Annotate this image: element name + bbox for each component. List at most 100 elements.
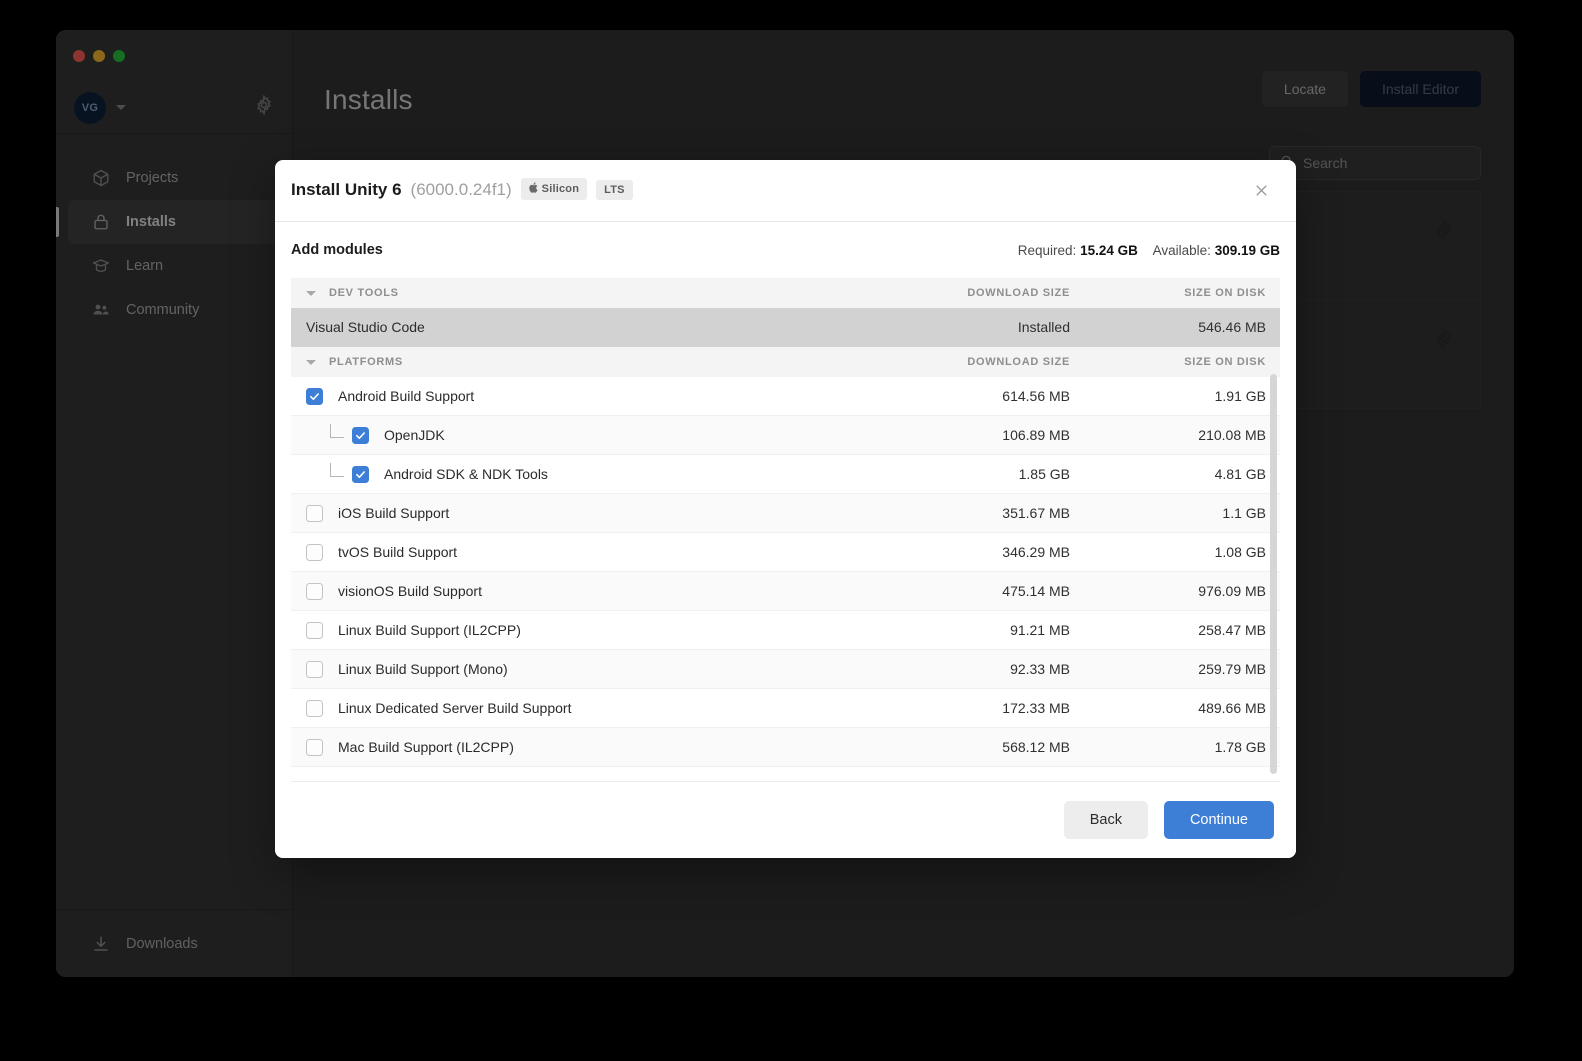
module-label: iOS Build Support [338,505,450,521]
modal-footer: Back Continue [275,782,1296,858]
silicon-badge: Silicon [520,177,588,200]
module-row[interactable]: Visual Studio Code Installed 546.46 MB [291,308,1280,347]
group-header[interactable]: DEV TOOLS DOWNLOAD SIZE SIZE ON DISK [291,278,1280,308]
module-name-cell: iOS Build Support [306,504,880,522]
module-checkbox[interactable] [306,504,323,522]
module-download-size: 92.33 MB [1010,661,1070,677]
chevron-down-icon[interactable] [306,290,316,296]
modal-subheader: Add modules Required: 15.24 GB Available… [275,222,1296,278]
available-value: 309.19 GB [1214,242,1280,258]
module-row[interactable]: Linux Dedicated Server Build Support 172.… [291,689,1280,728]
module-disk-size: 1.08 GB [1214,544,1266,560]
module-label: tvOS Build Support [338,544,458,560]
module-name-cell: Linux Build Support (Mono) [306,660,880,678]
lts-badge-label: LTS [604,183,625,196]
module-checkbox[interactable] [306,387,323,405]
module-row[interactable]: visionOS Build Support 475.14 MB 976.09 MB [291,572,1280,611]
module-disk-size: 976.09 MB [1198,583,1266,599]
module-label: Visual Studio Code [306,319,425,335]
module-download-size: 1.85 GB [1018,466,1070,482]
module-name-cell: Linux Build Support (IL2CPP) [306,621,880,639]
modal-header: Install Unity 6 (6000.0.24f1) Silicon LT… [275,160,1296,222]
module-row[interactable]: Mac Build Support (IL2CPP) 568.12 MB 1.78 … [291,728,1280,767]
module-disk-size: 259.79 MB [1198,661,1266,677]
module-disk-size: 258.47 MB [1198,622,1266,638]
module-download-size: 475.14 MB [1002,583,1070,599]
module-disk-size: 4.81 GB [1214,466,1266,482]
module-row[interactable]: Linux Build Support (Mono) 92.33 MB 259.79… [291,650,1280,689]
lts-badge: LTS [596,179,633,200]
module-label: Linux Build Support (Mono) [338,661,508,677]
module-download-size: 172.33 MB [1002,700,1070,716]
module-row[interactable]: Linux Build Support (IL2CPP) 91.21 MB 258.… [291,611,1280,650]
silicon-badge-label: Silicon [541,182,580,195]
module-checkbox[interactable] [352,426,369,444]
module-label: Linux Build Support (IL2CPP) [338,622,521,638]
module-download-size: 91.21 MB [1010,622,1070,638]
module-download-size: 351.67 MB [1002,505,1070,521]
chevron-down-icon[interactable] [306,359,316,365]
modal-version: (6000.0.24f1) [410,179,512,199]
module-checkbox[interactable] [306,621,323,639]
modules-list-container: DEV TOOLS DOWNLOAD SIZE SIZE ON DISK Visual… [291,278,1280,782]
module-row[interactable]: OpenJDK 106.89 MB 210.08 MB [291,416,1280,455]
back-button[interactable]: Back [1063,801,1148,839]
module-download-size: 106.89 MB [1002,427,1070,443]
tree-branch-icon [330,463,344,477]
modules-list: DEV TOOLS DOWNLOAD SIZE SIZE ON DISK Visual… [291,278,1280,781]
module-name-cell: visionOS Build Support [306,582,880,600]
module-download-size: 568.12 MB [1002,739,1070,755]
module-checkbox[interactable] [306,660,323,678]
column-header-download: DOWNLOAD SIZE [967,287,1070,299]
install-unity-modal: Install Unity 6 (6000.0.24f1) Silicon LT… [275,160,1296,858]
group-header[interactable]: PLATFORMS DOWNLOAD SIZE SIZE ON DISK [291,347,1280,377]
module-disk-size: 210.08 MB [1198,427,1266,443]
module-name-cell: Linux Dedicated Server Build Support [306,699,880,717]
required-label: Required: [1017,242,1077,258]
module-row[interactable]: iOS Build Support 351.67 MB 1.1 GB [291,494,1280,533]
available-label: Available: [1152,242,1211,258]
column-header-download: DOWNLOAD SIZE [967,356,1070,368]
module-name-cell: OpenJDK [306,424,880,444]
module-disk-size: 546.46 MB [1198,319,1266,335]
apple-icon [528,181,538,196]
module-label: Mac Build Support (IL2CPP) [338,739,514,755]
module-label: Android SDK & NDK Tools [384,466,548,482]
modal-title-group: Install Unity 6 (6000.0.24f1) Silicon LT… [291,177,633,202]
vertical-scrollbar[interactable] [1270,374,1277,774]
module-download-size: Installed [1017,319,1070,335]
module-label: OpenJDK [384,427,445,443]
module-name-cell: Visual Studio Code [306,319,880,335]
module-disk-size: 1.91 GB [1214,388,1266,404]
add-modules-label: Add modules [291,242,383,258]
column-header-disk: SIZE ON DISK [1184,356,1266,368]
modal-title: Install Unity 6 [291,179,402,199]
group-title: DEV TOOLS [329,287,399,299]
module-disk-size: 1.78 GB [1214,739,1266,755]
module-checkbox[interactable] [352,465,369,483]
module-disk-size: 1.1 GB [1222,505,1266,521]
module-name-cell: Android SDK & NDK Tools [306,463,880,483]
module-label: Linux Dedicated Server Build Support [338,700,572,716]
module-row[interactable]: Android SDK & NDK Tools 1.85 GB 4.81 GB [291,455,1280,494]
module-label: visionOS Build Support [338,583,482,599]
group-title: PLATFORMS [329,356,403,368]
module-checkbox[interactable] [306,738,323,756]
module-label: Android Build Support [338,388,475,404]
column-header-disk: SIZE ON DISK [1184,287,1266,299]
module-row[interactable]: tvOS Build Support 346.29 MB 1.08 GB [291,533,1280,572]
module-checkbox[interactable] [306,543,323,561]
module-name-cell: Mac Build Support (IL2CPP) [306,738,880,756]
module-name-cell: tvOS Build Support [306,543,880,561]
module-download-size: 614.56 MB [1002,388,1070,404]
module-row[interactable]: Android Build Support 614.56 MB 1.91 GB [291,377,1280,416]
module-name-cell: Android Build Support [306,387,880,405]
required-value: 15.24 GB [1080,242,1138,258]
close-icon[interactable] [1248,178,1274,204]
module-checkbox[interactable] [306,699,323,717]
continue-button[interactable]: Continue [1163,801,1274,839]
module-download-size: 346.29 MB [1002,544,1070,560]
module-disk-size: 489.66 MB [1198,700,1266,716]
module-checkbox[interactable] [306,582,323,600]
tree-branch-icon [330,424,344,438]
